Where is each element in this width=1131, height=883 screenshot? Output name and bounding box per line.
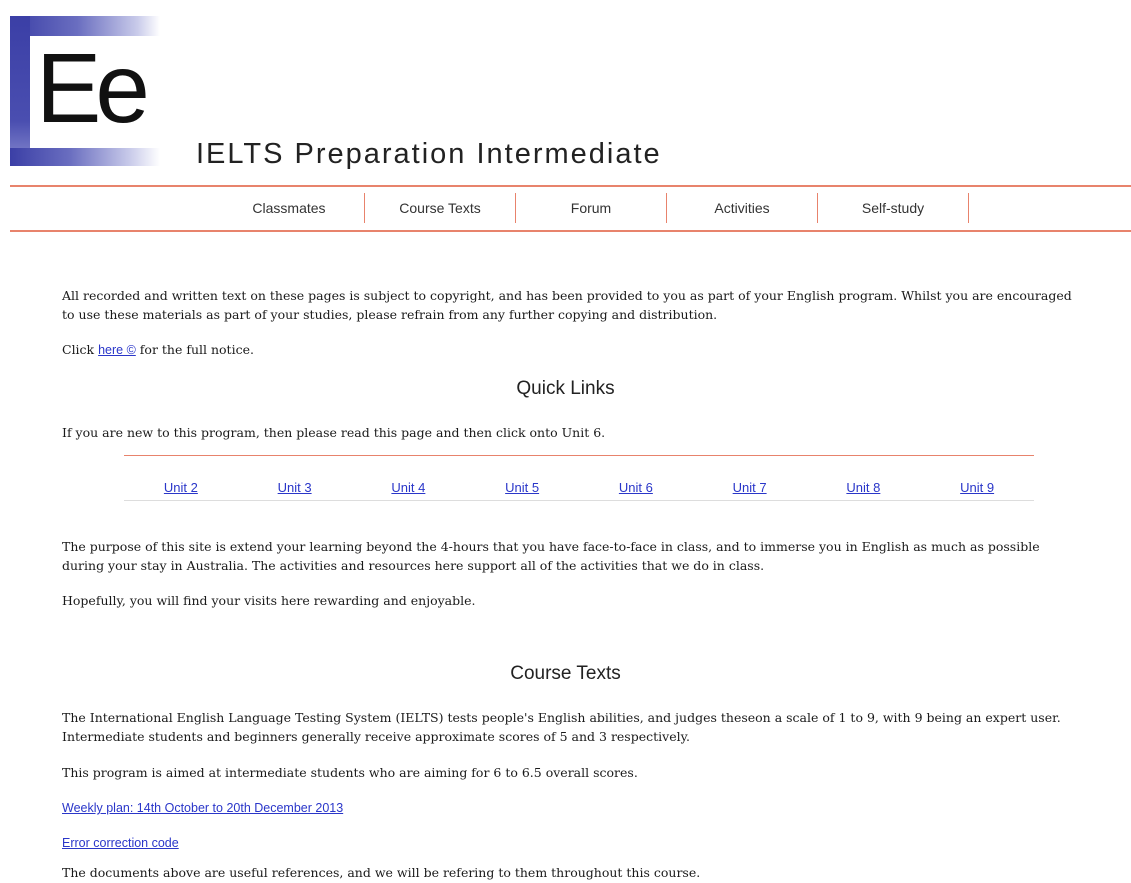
quick-links-intro: If you are new to this program, then ple… bbox=[62, 425, 606, 440]
nav-top-divider bbox=[10, 185, 1131, 187]
course-texts-footer: The documents above are useful reference… bbox=[62, 865, 701, 880]
unit-link-2[interactable]: Unit 2 bbox=[164, 480, 198, 495]
nav-item-self-study[interactable]: Self-study bbox=[818, 193, 969, 223]
nav-item-forum[interactable]: Forum bbox=[516, 193, 667, 223]
weekly-plan-row: Weekly plan: 14th October to 20th Decemb… bbox=[62, 798, 343, 818]
units-top-divider bbox=[124, 455, 1034, 456]
course-texts-line-2: Intermediate students and beginners gene… bbox=[62, 729, 690, 744]
course-texts-aim: This program is aimed at intermediate st… bbox=[62, 765, 638, 780]
nav-bottom-divider bbox=[10, 230, 1131, 232]
error-correction-link[interactable]: Error correction code bbox=[62, 836, 179, 850]
units-bottom-divider bbox=[124, 500, 1034, 501]
logo-bar-left bbox=[10, 16, 30, 166]
nav-item-classmates[interactable]: Classmates bbox=[214, 193, 365, 223]
unit-link-3[interactable]: Unit 3 bbox=[278, 480, 312, 495]
purpose-line-2: during your stay in Australia. The activ… bbox=[62, 558, 765, 573]
nav-item-course-texts[interactable]: Course Texts bbox=[365, 193, 516, 223]
site-logo: Ee bbox=[10, 16, 160, 166]
weekly-plan-link[interactable]: Weekly plan: 14th October to 20th Decemb… bbox=[62, 801, 343, 815]
click-prefix: Click bbox=[62, 342, 99, 357]
unit-link-4[interactable]: Unit 4 bbox=[391, 480, 425, 495]
unit-link-8[interactable]: Unit 8 bbox=[846, 480, 880, 495]
site-title: IELTS Preparation Intermediate bbox=[196, 138, 662, 170]
course-texts-line-1: The International English Language Testi… bbox=[62, 710, 1061, 725]
quick-links-heading: Quick Links bbox=[516, 378, 615, 399]
copyright-line-1: All recorded and written text on these p… bbox=[62, 288, 1072, 303]
logo-bar-bottom bbox=[10, 148, 160, 166]
unit-link-7[interactable]: Unit 7 bbox=[733, 480, 767, 495]
course-texts-heading: Course Texts bbox=[510, 663, 621, 684]
unit-link-9[interactable]: Unit 9 bbox=[960, 480, 994, 495]
purpose-hope: Hopefully, you will find your visits her… bbox=[62, 593, 476, 608]
click-suffix: for the full notice. bbox=[135, 342, 254, 357]
logo-letters: Ee bbox=[36, 33, 150, 143]
copyright-notice: Click here © for the full notice. bbox=[62, 340, 254, 360]
copyright-link[interactable]: here © bbox=[98, 343, 136, 357]
purpose-line-1: The purpose of this site is extend your … bbox=[62, 539, 1040, 554]
main-nav: Classmates Course Texts Forum Activities… bbox=[214, 193, 969, 223]
unit-link-5[interactable]: Unit 5 bbox=[505, 480, 539, 495]
unit-links: Unit 2 Unit 3 Unit 4 Unit 5 Unit 6 Unit … bbox=[124, 480, 1034, 495]
error-code-row: Error correction code bbox=[62, 833, 179, 853]
copyright-line-2: to use these materials as part of your s… bbox=[62, 307, 718, 322]
unit-link-6[interactable]: Unit 6 bbox=[619, 480, 653, 495]
nav-item-activities[interactable]: Activities bbox=[667, 193, 818, 223]
